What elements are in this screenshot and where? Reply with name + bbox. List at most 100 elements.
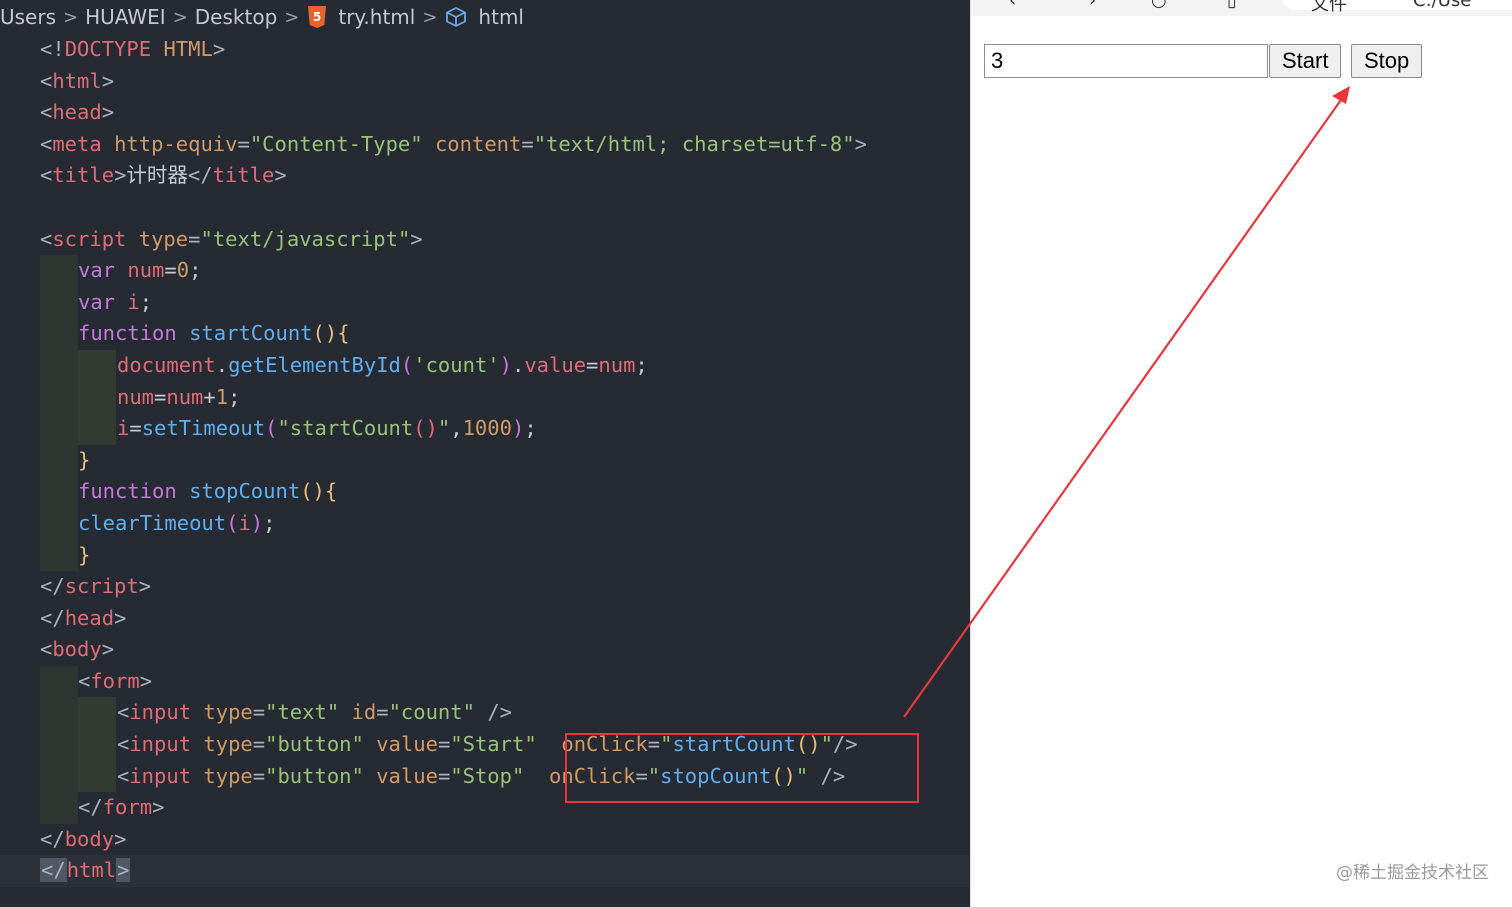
code-token: num <box>166 384 204 409</box>
code-line[interactable]: <script type="text/javascript"> <box>0 224 970 256</box>
code-token: <! <box>40 37 65 61</box>
code-line[interactable]: <input type="button" value="Stop" onClic… <box>0 760 970 793</box>
code-token: "text/javascript" <box>200 226 411 251</box>
forward-icon[interactable]: › <box>1089 0 1096 11</box>
code-text: var i; <box>78 287 152 319</box>
breadcrumb-huawei[interactable]: HUAWEI <box>85 5 166 29</box>
code-token: = <box>252 763 266 788</box>
code-token: = <box>376 700 389 725</box>
browser-window: ‹ › ○ ▯ 文件 C:/Use Start Stop @稀土掘金技术社区 <box>970 0 1512 907</box>
code-line[interactable]: function stopCount(){ <box>0 476 970 508</box>
code-token: i <box>127 289 140 314</box>
code-line[interactable]: <html> <box>0 66 970 98</box>
code-line[interactable]: document.getElementById('count').value=n… <box>0 349 970 382</box>
code-line[interactable]: var i; <box>0 286 970 319</box>
code-line[interactable] <box>0 192 970 224</box>
indent-guide <box>40 507 78 540</box>
code-line[interactable]: } <box>0 444 970 477</box>
code-text: document.getElementById('count').value=n… <box>117 350 648 382</box>
code-line[interactable]: </head> <box>0 603 970 635</box>
code-text: clearTimeout(i); <box>78 508 275 540</box>
code-token: = <box>188 226 201 251</box>
address-text: C:/Use <box>1413 0 1472 11</box>
code-token: " <box>820 732 833 757</box>
breadcrumb-file[interactable]: try.html <box>338 5 415 29</box>
code-token: = <box>154 384 167 409</box>
code-token: 1 <box>215 384 229 409</box>
indent-guide <box>40 760 78 793</box>
code-token: ) <box>499 352 512 377</box>
back-icon[interactable]: ‹ <box>1009 0 1016 11</box>
code-token: < <box>40 100 53 125</box>
code-line[interactable]: <title>计时器</title> <box>0 160 970 192</box>
code-token: head <box>52 100 102 125</box>
code-token: < <box>40 163 53 188</box>
code-token: /> <box>820 763 846 788</box>
code-token: title <box>212 163 275 188</box>
code-line[interactable]: function startCount(){ <box>0 318 970 350</box>
code-token: " <box>795 763 809 788</box>
indent-guide <box>78 729 116 761</box>
start-button[interactable]: Start <box>1269 44 1342 78</box>
code-token: stopCount <box>660 763 772 788</box>
code-line[interactable]: } <box>0 539 970 572</box>
code-line[interactable]: </body> <box>0 824 970 856</box>
stop-button[interactable]: Stop <box>1351 44 1423 78</box>
code-token: > <box>139 668 153 693</box>
count-input[interactable] <box>984 44 1268 78</box>
breadcrumb-element[interactable]: html <box>478 5 524 29</box>
indent-guide <box>40 444 78 477</box>
refresh-icon[interactable]: ○ <box>1151 0 1167 11</box>
code-editor[interactable]: Users > HUAWEI > Desktop > 5 try.html > … <box>0 0 970 907</box>
indent-guide <box>78 413 116 445</box>
code-line[interactable]: <!DOCTYPE HTML> <box>0 34 970 66</box>
code-token: onClick <box>549 763 636 788</box>
breadcrumb-users[interactable]: Users <box>0 5 56 29</box>
tabs-icon[interactable]: ▯ <box>1227 0 1237 11</box>
code-text: } <box>78 445 90 477</box>
code-token: value <box>524 352 587 377</box>
code-line[interactable]: <input type="button" value="Start" onCli… <box>0 729 970 761</box>
code-token: > <box>114 605 127 630</box>
code-text: var num=0; <box>78 255 201 287</box>
code-token: > <box>114 163 127 188</box>
code-token: type <box>203 700 253 725</box>
code-line[interactable]: </script> <box>0 571 970 603</box>
code-token: startCount <box>672 732 796 757</box>
code-line[interactable]: <head> <box>0 97 970 129</box>
code-area[interactable]: <!DOCTYPE HTML> <html> <head> <meta http-eq… <box>0 34 970 888</box>
code-token: num <box>598 352 636 377</box>
indent-guide <box>40 697 78 730</box>
code-line[interactable]: </form> <box>0 792 970 824</box>
code-line[interactable]: </html> <box>0 855 970 888</box>
address-bar[interactable]: 文件 C:/Use <box>1283 0 1512 15</box>
code-line[interactable]: clearTimeout(i); <box>0 507 970 540</box>
code-line[interactable]: i=setTimeout("startCount()",1000); <box>0 413 970 445</box>
code-line[interactable]: <input type="text" id="count" /> <box>0 697 970 730</box>
code-text: num=num+1; <box>117 382 240 414</box>
code-token: input <box>129 732 192 757</box>
code-token: } <box>78 447 91 472</box>
code-text: <input type="text" id="count" /> <box>117 697 512 729</box>
code-token: < <box>40 226 53 251</box>
code-token: form <box>90 668 140 693</box>
code-line[interactable]: <body> <box>0 634 970 666</box>
code-line[interactable]: <meta http-equiv="Content-Type" content=… <box>0 129 970 161</box>
code-token: = <box>586 352 599 377</box>
code-token: } <box>78 542 91 567</box>
code-text: <input type="button" value="Start" onCli… <box>117 729 858 761</box>
breadcrumb-desktop[interactable]: Desktop <box>195 5 277 29</box>
code-token: script <box>52 226 127 251</box>
code-token: ; <box>228 384 241 409</box>
code-line[interactable]: num=num+1; <box>0 381 970 414</box>
chevron-right-icon: > <box>284 6 300 28</box>
code-token: ; <box>524 416 537 441</box>
code-token: i <box>238 510 251 535</box>
code-line[interactable]: <form> <box>0 665 970 698</box>
code-line[interactable]: var num=0; <box>0 255 970 287</box>
code-text: <title>计时器</title> <box>40 160 287 192</box>
